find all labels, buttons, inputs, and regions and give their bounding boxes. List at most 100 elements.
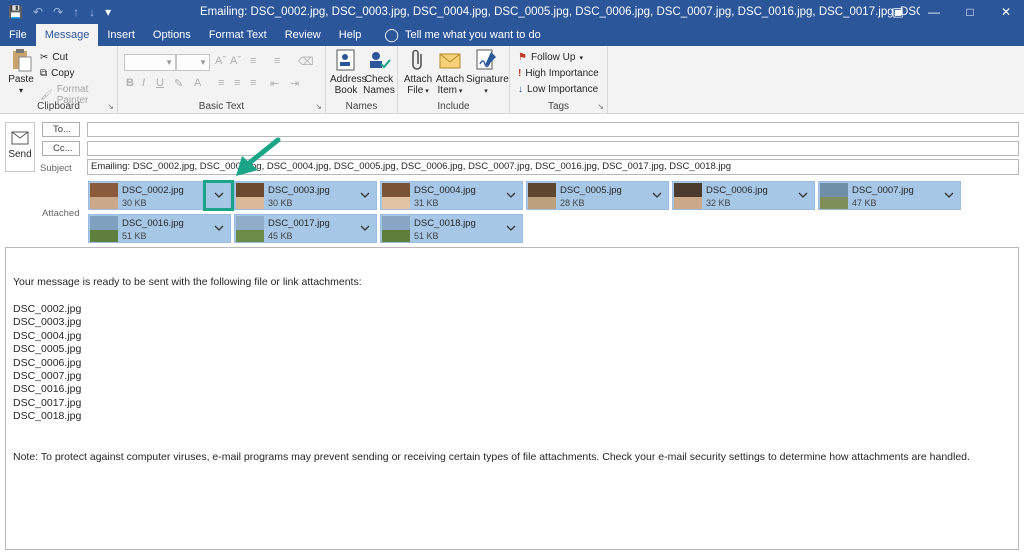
- high-importance-label: High Importance: [525, 68, 599, 79]
- save-icon[interactable]: 💾: [8, 0, 23, 24]
- close-icon[interactable]: ✕: [988, 0, 1024, 24]
- redo-icon[interactable]: ↷: [53, 0, 63, 24]
- align-center-icon[interactable]: ≡: [234, 77, 240, 89]
- ribbon-display-icon[interactable]: ▣: [880, 0, 916, 24]
- copy-icon: ⧉: [40, 68, 48, 79]
- align-right-icon[interactable]: ≡: [250, 77, 256, 89]
- highlight-icon[interactable]: ✎: [174, 77, 183, 90]
- include-group-label: Include: [437, 101, 470, 112]
- attached-label: Attached: [42, 208, 80, 219]
- low-importance-button[interactable]: ↓ Low Importance: [518, 84, 598, 95]
- send-icon: [11, 131, 29, 145]
- clipboard-group: Paste ▾ ✂ Cut ⧉ Copy 🖌 Format Painter Clipb…: [0, 46, 118, 114]
- dialog-launcher-icon[interactable]: ↘: [315, 102, 322, 111]
- image-thumbnail: [674, 183, 702, 209]
- message-body[interactable]: Your message is ready to be sent with th…: [5, 247, 1019, 550]
- address-book-icon: [336, 49, 355, 71]
- grow-font-icon[interactable]: Aˆ: [215, 55, 226, 67]
- paste-button[interactable]: Paste ▾: [6, 48, 36, 96]
- attachment-size: 31 KB: [414, 198, 439, 208]
- chevron-down-icon[interactable]: [798, 190, 808, 200]
- attach-file-button[interactable]: Attach File ▾: [402, 48, 434, 97]
- chevron-down-icon[interactable]: [214, 223, 224, 233]
- address-book-button[interactable]: Address Book: [330, 48, 367, 96]
- cc-field[interactable]: [87, 141, 1019, 156]
- bold-icon[interactable]: B: [126, 77, 134, 89]
- attachment-item[interactable]: DSC_0003.jpg 30 KB: [234, 181, 377, 210]
- cc-button[interactable]: Cc...: [42, 141, 80, 156]
- send-button[interactable]: Send: [5, 122, 35, 172]
- follow-up-button[interactable]: ⚑ Follow Up ▾: [518, 52, 583, 63]
- attachment-item[interactable]: DSC_0017.jpg 45 KB: [234, 214, 377, 243]
- numbering-icon[interactable]: ≡: [274, 55, 280, 67]
- tab-message[interactable]: Message: [35, 24, 99, 46]
- chevron-down-icon[interactable]: [652, 190, 662, 200]
- tab-help[interactable]: Help: [330, 24, 371, 46]
- to-field[interactable]: [87, 122, 1019, 137]
- tab-options[interactable]: Options: [144, 24, 200, 46]
- chevron-down-icon[interactable]: [944, 190, 954, 200]
- attachment-name: DSC_0018.jpg: [414, 218, 476, 229]
- undo-icon[interactable]: ↶: [33, 0, 43, 24]
- window-controls: ▣ — □ ✕: [880, 0, 1024, 24]
- attachment-item[interactable]: DSC_0004.jpg 31 KB: [380, 181, 523, 210]
- image-thumbnail: [236, 183, 264, 209]
- attachment-item[interactable]: DSC_0006.jpg 32 KB: [672, 181, 815, 210]
- down-arrow-icon[interactable]: ↓: [89, 0, 95, 24]
- attachment-file-list: DSC_0002.jpg DSC_0003.jpg DSC_0004.jpg DSC_…: [13, 303, 81, 424]
- list-item: DSC_0016.jpg: [13, 383, 82, 396]
- dialog-launcher-icon[interactable]: ↘: [107, 102, 114, 111]
- tab-format-text[interactable]: Format Text: [200, 24, 276, 46]
- italic-icon[interactable]: I: [142, 77, 145, 89]
- chevron-down-icon[interactable]: [360, 223, 370, 233]
- check-names-label-2: Names: [363, 85, 395, 96]
- align-left-icon[interactable]: ≡: [218, 77, 224, 89]
- clipboard-group-label: Clipboard: [37, 101, 80, 112]
- chevron-down-icon[interactable]: [506, 190, 516, 200]
- tab-insert[interactable]: Insert: [98, 24, 144, 46]
- high-importance-button[interactable]: ! High Importance: [518, 68, 599, 79]
- cut-button[interactable]: ✂ Cut: [40, 52, 68, 63]
- subject-label: Subject: [40, 163, 72, 174]
- maximize-icon[interactable]: □: [952, 0, 988, 24]
- indent-decrease-icon[interactable]: ⇤: [270, 77, 279, 90]
- tab-file[interactable]: File: [0, 24, 36, 46]
- up-arrow-icon[interactable]: ↑: [73, 0, 79, 24]
- tags-group: ⚑ Follow Up ▾ ! High Importance ↓ Low Import…: [510, 46, 608, 114]
- attachment-item[interactable]: DSC_0005.jpg 28 KB: [526, 181, 669, 210]
- subject-input[interactable]: Emailing: DSC_0002.jpg, DSC_0003.jpg, DS…: [87, 159, 1019, 175]
- indent-increase-icon[interactable]: ⇥: [290, 77, 299, 90]
- signature-icon: [476, 49, 496, 70]
- signature-button[interactable]: Signature ▾: [466, 48, 509, 97]
- ribbon-tabs: File Message Insert Options Format Text …: [0, 24, 1024, 46]
- minimize-icon[interactable]: —: [916, 0, 952, 24]
- font-size-combo[interactable]: ▼: [176, 54, 210, 71]
- tell-me-box[interactable]: ◯ Tell me what you want to do: [370, 24, 549, 46]
- underline-icon[interactable]: U: [156, 77, 164, 89]
- attachment-item[interactable]: DSC_0007.jpg 47 KB: [818, 181, 961, 210]
- image-thumbnail: [382, 216, 410, 242]
- shrink-font-icon[interactable]: Aˇ: [230, 55, 241, 67]
- to-button[interactable]: To...: [42, 122, 80, 137]
- bullets-icon[interactable]: ≡: [250, 55, 256, 67]
- customize-qat-icon[interactable]: ▾: [105, 0, 111, 24]
- attachment-name: DSC_0005.jpg: [560, 185, 622, 196]
- font-name-combo[interactable]: ▼: [124, 54, 176, 71]
- chevron-down-icon[interactable]: [360, 190, 370, 200]
- chevron-down-icon[interactable]: [506, 223, 516, 233]
- attachment-item[interactable]: DSC_0018.jpg 51 KB: [380, 214, 523, 243]
- attach-item-button[interactable]: Attach Item ▾: [434, 48, 466, 97]
- check-names-button[interactable]: Check Names: [363, 48, 395, 96]
- check-names-label-1: Check: [364, 74, 394, 85]
- clear-format-icon[interactable]: ⌫: [298, 55, 314, 68]
- tab-review[interactable]: Review: [276, 24, 330, 46]
- names-group-label: Names: [345, 101, 378, 112]
- image-thumbnail: [820, 183, 848, 209]
- exclamation-icon: !: [518, 68, 522, 79]
- copy-button[interactable]: ⧉ Copy: [40, 68, 75, 79]
- font-color-icon[interactable]: A: [194, 77, 201, 89]
- dialog-launcher-icon[interactable]: ↘: [597, 102, 604, 111]
- attachment-item[interactable]: DSC_0016.jpg 51 KB: [88, 214, 231, 243]
- chevron-down-icon: ▾: [484, 88, 488, 95]
- list-item: DSC_0017.jpg: [13, 396, 82, 409]
